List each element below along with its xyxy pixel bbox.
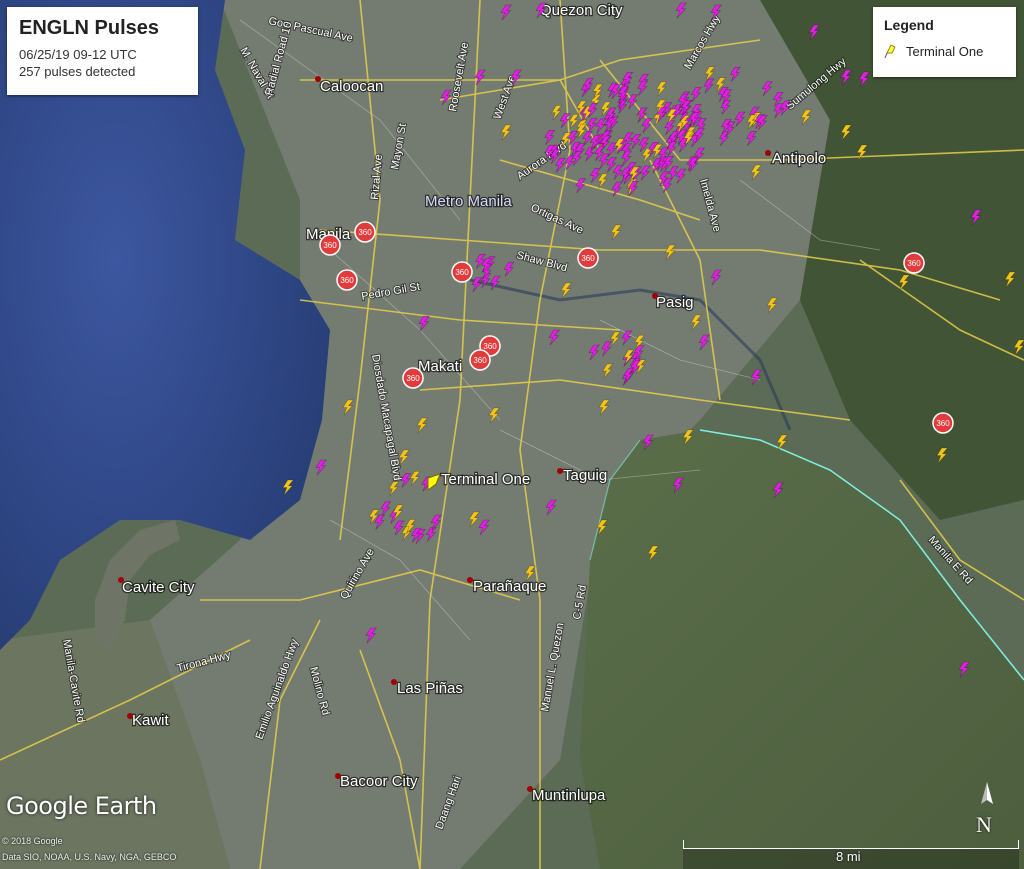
place-caloocan: Caloocan <box>320 78 383 95</box>
place-kawit: Kawit <box>132 712 170 729</box>
panorama-360-label: 360 <box>907 259 921 268</box>
panorama-360-label: 360 <box>340 276 354 285</box>
place-metro-manila: Metro Manila <box>425 193 512 210</box>
legend-item[interactable]: Terminal One <box>884 43 1005 59</box>
place-antipolo: Antipolo <box>772 150 826 167</box>
panorama-360-icon[interactable]: 360 <box>577 247 599 269</box>
legend-title: Legend <box>884 17 934 33</box>
copyright-text: © 2018 Google <box>2 836 63 846</box>
place-taguig: Taguig <box>563 467 607 484</box>
info-panel: ENGLN Pulses 06/25/19 09-12 UTC 257 puls… <box>7 7 198 95</box>
panorama-360-label: 360 <box>936 419 950 428</box>
panorama-360-icon[interactable]: 360 <box>336 269 358 291</box>
legend-panel: Legend Terminal One <box>873 7 1016 77</box>
place-bacoor-city: Bacoor City <box>340 773 418 790</box>
panorama-360-label: 360 <box>473 356 487 365</box>
info-date: 06/25/19 09-12 UTC <box>19 47 137 62</box>
info-count: 257 pulses detected <box>19 64 136 79</box>
panorama-360-icon[interactable]: 360 <box>402 367 424 389</box>
panorama-360-icon[interactable]: 360 <box>354 221 376 243</box>
panorama-360-label: 360 <box>358 228 372 237</box>
pushpin-icon <box>884 44 896 59</box>
terminal-one-marker[interactable]: Terminal One <box>427 470 531 491</box>
panorama-360-label: 360 <box>455 268 469 277</box>
info-title: ENGLN Pulses <box>19 17 160 39</box>
legend-item-label: Terminal One <box>906 43 984 59</box>
place-makati: Makati <box>418 358 462 375</box>
google-earth-logo: Google Earth <box>6 792 157 820</box>
terminal-one-label: Terminal One <box>441 471 530 488</box>
panorama-360-icon[interactable]: 360 <box>451 261 473 283</box>
panorama-360-icon[interactable]: 360 <box>319 234 341 256</box>
place-cavite-city: Cavite City <box>122 579 195 596</box>
panorama-360-label: 360 <box>581 254 595 263</box>
place-quezon-city: Quezon City <box>540 2 623 19</box>
panorama-360-icon[interactable]: 360 <box>932 412 954 434</box>
panorama-360-label: 360 <box>483 342 497 351</box>
place-pasig: Pasig <box>656 294 694 311</box>
place-muntinlupa: Muntinlupa <box>532 787 606 804</box>
scale-label: 8 mi <box>836 849 861 864</box>
panorama-360-icon[interactable]: 360 <box>469 349 491 371</box>
data-credit-text: Data SIO, NOAA, U.S. Navy, NGA, GEBCO <box>2 852 177 862</box>
panorama-360-icon[interactable]: 360 <box>903 252 925 274</box>
place-las-pinas: Las Piñas <box>397 680 463 697</box>
compass-north-label: N <box>976 812 992 837</box>
panorama-360-label: 360 <box>323 241 337 250</box>
place-paranaque: Parañaque <box>473 578 546 595</box>
satellite-map[interactable]: Quezon City Caloocan Metro Manila Manila… <box>0 0 1024 869</box>
panorama-360-label: 360 <box>406 374 420 383</box>
